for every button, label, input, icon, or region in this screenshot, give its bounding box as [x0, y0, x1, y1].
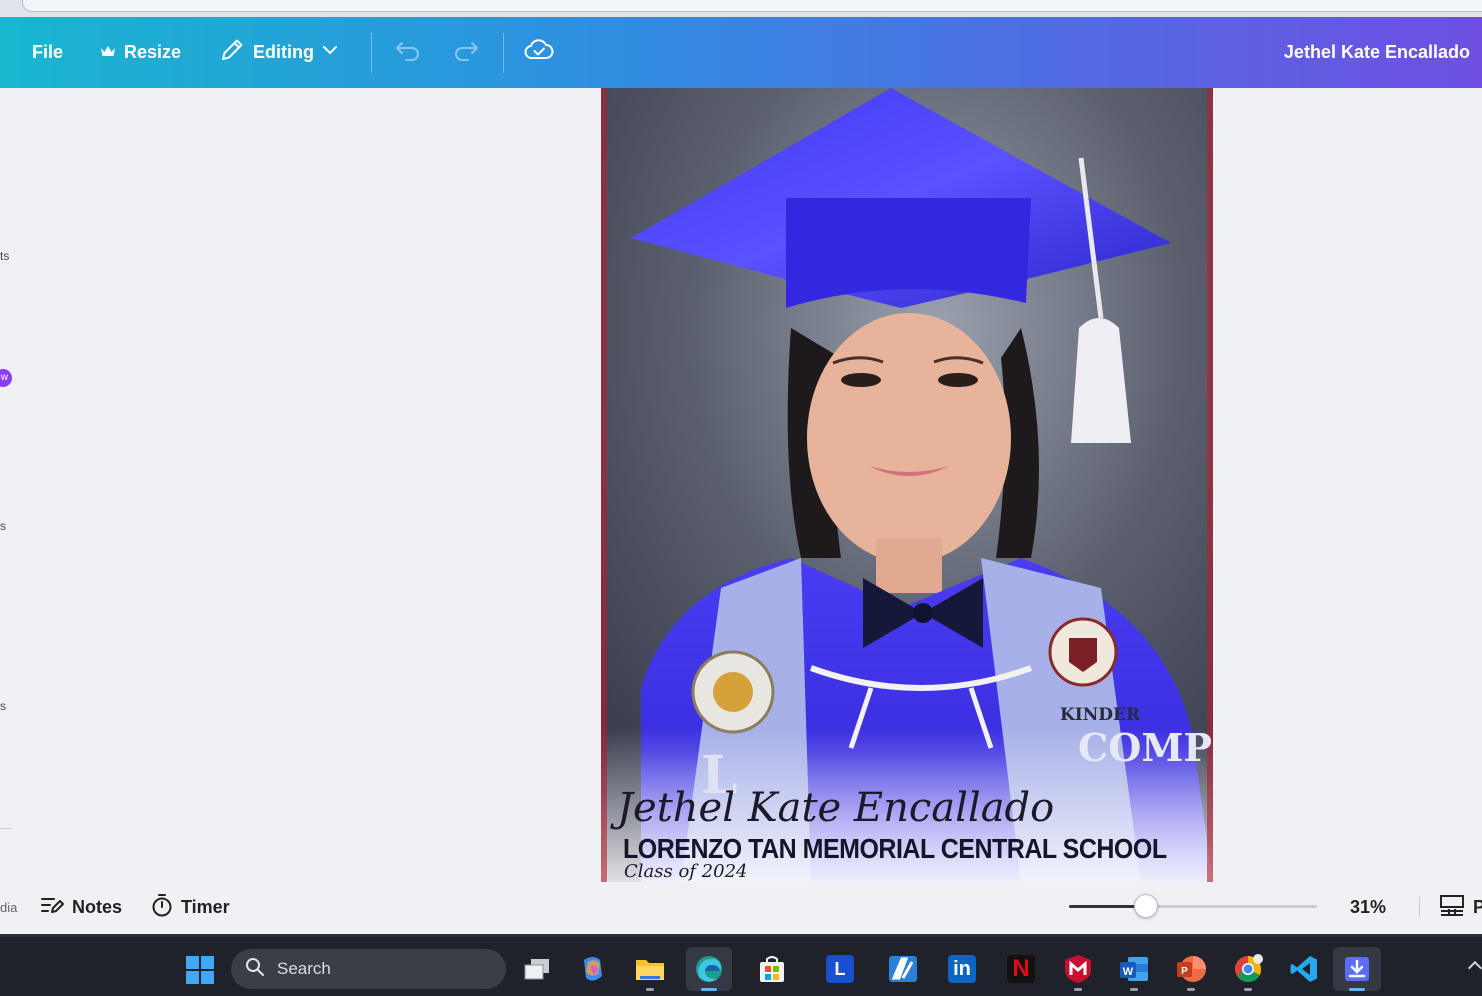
microsoft-store-app[interactable]	[751, 947, 793, 991]
canvas-bleed-left	[601, 88, 607, 882]
undo-button[interactable]	[394, 17, 422, 88]
svg-text:P: P	[1181, 966, 1188, 977]
timer-button[interactable]: Timer	[151, 882, 230, 932]
l-app-icon: L	[826, 955, 854, 983]
folder-icon	[636, 960, 664, 980]
grid-view-icon	[1439, 894, 1465, 921]
task-view-icon	[524, 959, 549, 980]
timer-label: Timer	[181, 896, 230, 917]
word-icon: W	[1120, 957, 1148, 981]
active-indicator	[701, 988, 717, 991]
show-hidden-icons-chevron[interactable]	[1467, 960, 1482, 976]
cloud-save-button[interactable]	[524, 17, 554, 88]
running-indicator	[646, 988, 654, 991]
resize-label: Resize	[124, 42, 182, 62]
running-indicator	[1130, 988, 1138, 991]
windows-logo-icon	[186, 956, 214, 984]
running-indicator	[1074, 988, 1082, 991]
edge-icon	[696, 956, 722, 982]
zoom-slider[interactable]	[1069, 894, 1317, 918]
chevron-down-icon	[322, 42, 338, 63]
toolbar-divider	[503, 33, 504, 73]
cloud-check-icon	[524, 38, 554, 67]
side-label-fragment[interactable]: s	[0, 519, 6, 533]
l-app[interactable]: L	[819, 947, 861, 991]
running-indicator	[1244, 988, 1252, 991]
side-label-fragment[interactable]: ts	[0, 249, 9, 263]
task-view-app[interactable]	[516, 947, 558, 991]
mcafee-app[interactable]	[1057, 947, 1099, 991]
store-icon	[760, 956, 784, 982]
file-explorer-app[interactable]	[629, 947, 671, 991]
editing-mode-button[interactable]: Editing	[219, 17, 338, 88]
side-label-fragment[interactable]: s	[0, 699, 6, 713]
zoom-percentage[interactable]: 31%	[1350, 882, 1386, 932]
design-canvas[interactable]: L KINDER COMP Jethel Kate Encallado LORE…	[601, 88, 1213, 882]
netflix-app[interactable]: N	[1000, 947, 1042, 991]
left-side-panel: ts w s s	[0, 88, 12, 846]
windows-taskbar: Search L in N W P	[0, 934, 1482, 996]
pen-app[interactable]	[882, 947, 924, 991]
powerpoint-icon: P	[1177, 956, 1206, 982]
chrome-icon	[1235, 954, 1263, 982]
mcafee-shield-icon	[1065, 955, 1091, 983]
linkedin-app[interactable]: in	[941, 947, 983, 991]
canva-download-icon	[1345, 957, 1369, 981]
windows-start-button[interactable]	[185, 955, 215, 990]
side-divider	[0, 828, 12, 829]
editor-toolbar: File Resize Editing Jethel Kate Encallad…	[0, 17, 1482, 88]
timer-icon	[151, 893, 173, 922]
class-year-text[interactable]: Class of 2024	[624, 861, 748, 882]
copilot-icon	[584, 957, 602, 981]
netflix-icon: N	[1007, 955, 1035, 983]
redo-button[interactable]	[452, 17, 480, 88]
file-label: File	[32, 42, 64, 62]
redo-icon	[452, 38, 480, 67]
new-badge: w	[0, 369, 12, 387]
graduate-name-text[interactable]: Jethel Kate Encallado	[617, 785, 1054, 831]
editor-footer: dia Notes Timer 31% P	[0, 882, 1482, 934]
design-title[interactable]: Jethel Kate Encallado	[1284, 17, 1470, 88]
chrome-app[interactable]	[1227, 947, 1269, 991]
editing-label: Editing	[253, 42, 314, 62]
browser-tab-strip	[0, 0, 1482, 17]
copilot-app[interactable]	[572, 947, 614, 991]
linkedin-icon: in	[948, 955, 976, 983]
file-menu-button[interactable]: File	[32, 17, 63, 88]
undo-icon	[394, 38, 422, 67]
toolbar-divider	[371, 33, 372, 73]
canva-app[interactable]	[1333, 947, 1381, 991]
address-bar[interactable]	[22, 0, 1482, 12]
word-app[interactable]: W	[1113, 947, 1155, 991]
footer-divider	[1419, 897, 1420, 917]
vscode-icon	[1290, 956, 1317, 982]
crown-icon	[100, 42, 116, 63]
zoom-slider-thumb[interactable]	[1133, 894, 1158, 918]
sash-vertical-text[interactable]: COMP	[1078, 729, 1212, 767]
powerpoint-app[interactable]: P	[1170, 947, 1212, 991]
notes-icon	[40, 894, 64, 921]
pencil-icon	[219, 37, 245, 68]
search-icon	[245, 957, 265, 982]
notes-button[interactable]: Notes	[40, 882, 122, 932]
media-label-fragment[interactable]: dia	[0, 882, 17, 932]
notes-label: Notes	[72, 896, 123, 917]
running-indicator	[1187, 988, 1195, 991]
edge-browser-app[interactable]	[686, 947, 732, 991]
taskbar-search-box[interactable]: Search	[231, 949, 506, 989]
active-indicator	[1349, 988, 1365, 991]
pages-label-fragment: P	[1473, 896, 1482, 917]
pen-app-icon	[889, 956, 917, 982]
pages-view-button[interactable]: P	[1439, 882, 1482, 932]
search-label: Search	[277, 959, 331, 978]
sash-kinder-text[interactable]: KINDER	[1060, 705, 1140, 725]
vscode-app[interactable]	[1283, 947, 1325, 991]
svg-text:W: W	[1123, 966, 1134, 978]
resize-button[interactable]: Resize	[100, 17, 181, 88]
